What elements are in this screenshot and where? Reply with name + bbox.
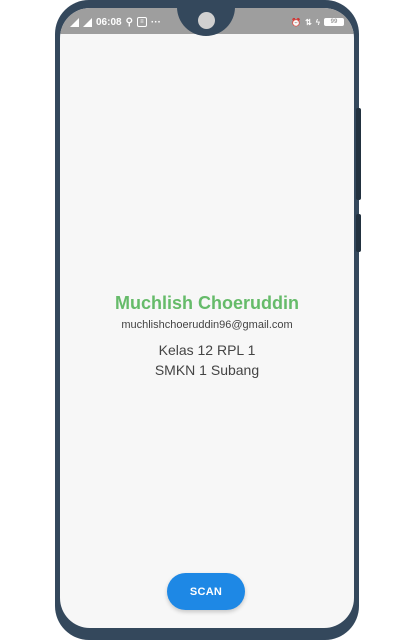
profile-class: Kelas 12 RPL 1 (158, 342, 256, 358)
more-notifications-icon: ··· (150, 16, 161, 28)
power-button (356, 108, 361, 200)
usb-icon: ⚲ (125, 16, 133, 28)
profile-school: SMKN 1 Subang (154, 362, 260, 378)
volume-button (356, 214, 361, 252)
notification-icon: ≡ (136, 17, 147, 27)
status-left: 06:08 ⚲ ≡ ··· (70, 15, 161, 29)
battery-icon: 99 (324, 18, 344, 26)
app-screen: 06:08 ⚲ ≡ ··· ⏰ ⇅ ϟ 99 Muchlish Choerudd… (60, 8, 354, 628)
signal-icon-2 (83, 17, 92, 27)
scan-button[interactable]: SCAN (167, 573, 245, 610)
profile-name: Muchlish Choeruddin (115, 293, 299, 313)
network-speed-icon: ⇅ (305, 17, 312, 27)
alarm-icon: ⏰ (291, 17, 302, 27)
signal-icon (70, 17, 79, 27)
status-bar: 06:08 ⚲ ≡ ··· ⏰ ⇅ ϟ 99 (60, 8, 354, 36)
front-camera (198, 12, 215, 29)
status-time: 06:08 (96, 16, 122, 28)
profile-card: Muchlish Choeruddin muchlishchoeruddin96… (60, 292, 354, 380)
status-right: ⏰ ⇅ ϟ 99 (291, 15, 344, 29)
charging-icon: ϟ (315, 17, 320, 27)
profile-email: muchlishchoeruddin96@gmail.com (121, 319, 293, 331)
